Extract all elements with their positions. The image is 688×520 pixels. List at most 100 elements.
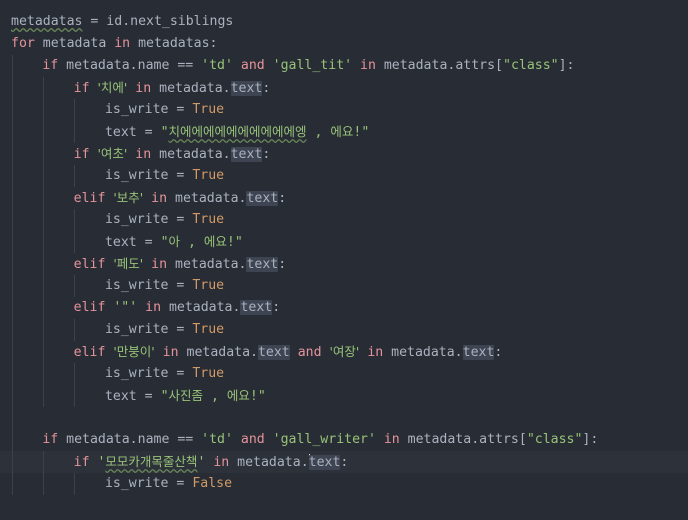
- code-line[interactable]: for metadata in metadatas:: [0, 33, 688, 55]
- code-token: is_write: [104, 476, 177, 491]
- code-token: False: [192, 476, 233, 491]
- code-token: in: [383, 432, 400, 447]
- code-token: [: [495, 58, 503, 73]
- code-line[interactable]: elif '"' in metadata.text:: [0, 297, 688, 319]
- code-token: text: [240, 300, 273, 315]
- code-token: :: [262, 147, 271, 162]
- code-token: =: [144, 235, 153, 250]
- code-token: :: [278, 191, 287, 206]
- code-token: :: [590, 432, 599, 447]
- code-token: in: [135, 147, 152, 162]
- code-token: next_siblings: [130, 14, 234, 29]
- code-token: 'gall_tit': [272, 58, 353, 73]
- code-token: if: [73, 81, 90, 96]
- code-line-content: is_write = True: [11, 212, 224, 227]
- code-line[interactable]: if metadata.name == 'td' and 'gall_write…: [0, 429, 688, 451]
- code-line[interactable]: text = "사진좀 , 에요!": [0, 385, 688, 407]
- code-token: is_write: [104, 168, 177, 183]
- code-token: text: [246, 257, 279, 272]
- code-token: name: [137, 432, 178, 447]
- code-token: '"': [113, 300, 138, 315]
- code-token: !": [226, 235, 243, 250]
- code-token: .: [129, 432, 138, 447]
- code-token: .: [122, 14, 131, 29]
- code-token: 치에에에에에에에에에에엥: [168, 124, 307, 139]
- code-token: :: [209, 36, 218, 51]
- code-editor[interactable]: metadatas = id.next_siblingsfor metadata…: [0, 0, 688, 520]
- code-token: True: [192, 322, 225, 337]
- code-line[interactable]: is_write = True: [0, 209, 688, 231]
- code-token: [: [518, 432, 527, 447]
- code-line[interactable]: is_write = True: [0, 99, 688, 121]
- code-line[interactable]: elif '보추' in metadata.text:: [0, 187, 688, 209]
- code-line[interactable]: if '여초' in metadata.text:: [0, 143, 688, 165]
- code-token: text: [104, 125, 145, 140]
- code-token: .: [300, 455, 309, 470]
- code-line[interactable]: is_write = False: [0, 473, 688, 495]
- code-token: is_write: [104, 212, 177, 227]
- code-token: is_write: [104, 322, 177, 337]
- code-token: elif: [73, 345, 106, 360]
- indent-guides: [0, 407, 688, 429]
- code-token: metadata: [58, 58, 130, 73]
- code-line-content: metadatas = id.next_siblings: [11, 14, 233, 29]
- code-line[interactable]: if metadata.name == 'td' and 'gall_tit' …: [0, 55, 688, 77]
- code-token: .: [129, 58, 138, 73]
- code-line[interactable]: elif '만붕이' in metadata.text and '여장' in …: [0, 341, 688, 363]
- code-line[interactable]: elif '페도' in metadata.text:: [0, 253, 688, 275]
- code-token: "class": [503, 58, 559, 73]
- code-token: :: [262, 81, 271, 96]
- code-token: is_write: [104, 366, 177, 381]
- code-token: '여초': [97, 146, 128, 161]
- code-token: is_write: [104, 102, 177, 117]
- code-line[interactable]: is_write = True: [0, 319, 688, 341]
- code-token: True: [192, 366, 225, 381]
- code-token: text: [104, 389, 145, 404]
- indent-guide-line: [11, 407, 13, 429]
- code-token: !": [249, 389, 266, 404]
- code-token: metadata: [161, 300, 233, 315]
- code-token: :: [340, 455, 349, 470]
- code-line[interactable]: is_write = True: [0, 275, 688, 297]
- code-line[interactable]: text = "아 , 에요!": [0, 231, 688, 253]
- code-token: metadata: [58, 432, 130, 447]
- code-line[interactable]: is_write = True: [0, 165, 688, 187]
- code-token: metadata: [34, 36, 115, 51]
- code-token: :: [494, 345, 503, 360]
- code-line[interactable]: [0, 407, 688, 429]
- code-token: text: [104, 235, 145, 250]
- code-line-content: is_write = True: [11, 102, 224, 117]
- code-token: :: [278, 257, 287, 272]
- code-lines-container[interactable]: metadatas = id.next_siblingsfor metadata…: [0, 11, 688, 495]
- code-token: metadata: [178, 345, 251, 360]
- code-line[interactable]: if '치에' in metadata.text:: [0, 77, 688, 99]
- code-token: text: [462, 345, 495, 360]
- code-token: True: [192, 102, 225, 117]
- code-token: metadata: [167, 257, 239, 272]
- code-token: '만붕이': [113, 344, 155, 359]
- code-token: in: [114, 36, 131, 51]
- code-token: 'gall_writer': [272, 432, 376, 447]
- code-line[interactable]: is_write = True: [0, 363, 688, 385]
- code-token: ==: [177, 58, 194, 73]
- code-line[interactable]: if '모모카개목줄산책' in metadata.text:: [0, 451, 688, 473]
- code-token: if: [73, 147, 90, 162]
- code-token: "class": [526, 432, 583, 447]
- code-token: elif: [73, 191, 106, 206]
- code-line[interactable]: text = "치에에에에에에에에에에엥 , 에요!": [0, 121, 688, 143]
- code-token: =: [144, 125, 153, 140]
- code-token: elif: [73, 300, 106, 315]
- code-token: metadata: [151, 81, 223, 96]
- code-line-content: is_write = False: [11, 476, 232, 491]
- code-token: ,: [306, 125, 331, 140]
- code-line[interactable]: metadatas = id.next_siblings: [0, 11, 688, 33]
- code-token: metadata: [383, 345, 455, 360]
